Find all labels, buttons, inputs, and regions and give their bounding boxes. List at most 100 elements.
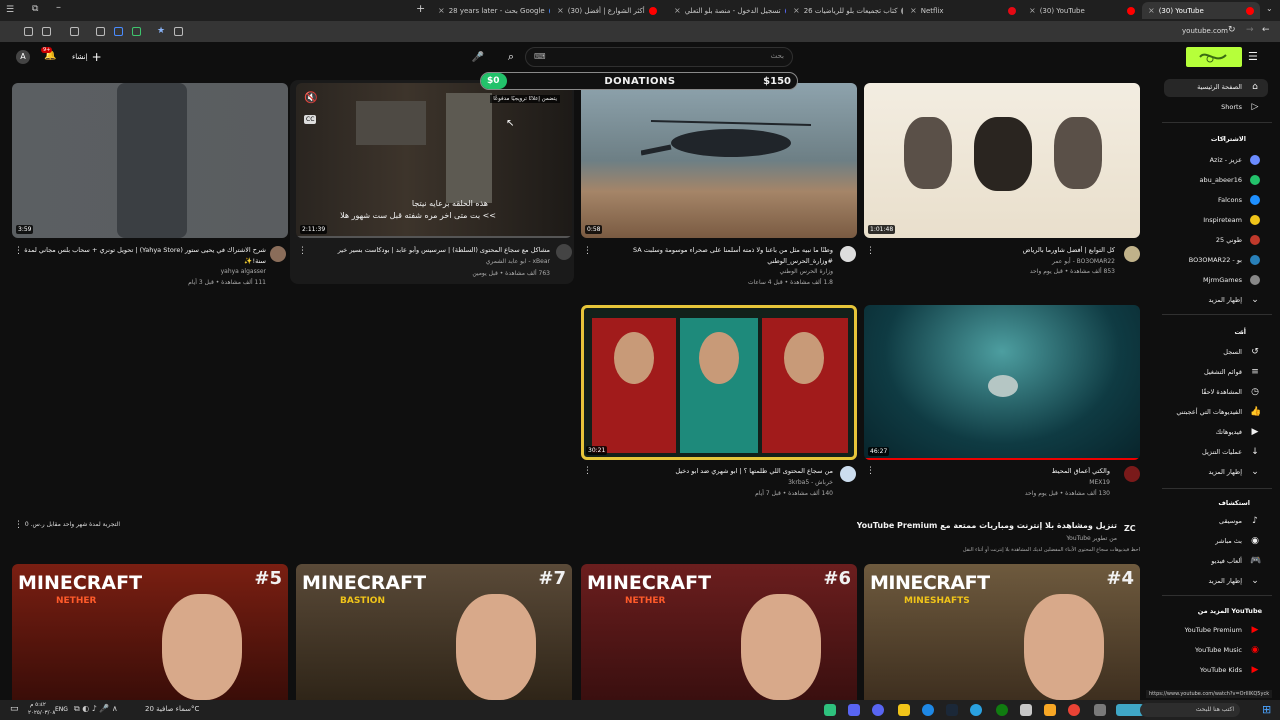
video-title[interactable]: من سجاع المحتوى اللي ظلمتها ؟ | ابو شهري… — [593, 467, 833, 475]
url-text[interactable]: youtube.com — [1182, 27, 1228, 35]
windows-start-icon[interactable]: ⊞ — [1262, 703, 1271, 716]
hamburger-menu-icon[interactable]: ☰ — [1248, 50, 1258, 63]
close-icon[interactable]: × — [1029, 6, 1036, 15]
sidebar-sub[interactable]: Aziz - عزيز — [1210, 156, 1242, 164]
video-thumbnail-minecraft-7[interactable]: MINECRAFT BASTION #7 — [296, 564, 572, 700]
premium-title[interactable]: تنزيل ومشاهدة بلا إنترنت ومباريات ممتعة … — [857, 521, 1117, 530]
video-thumbnail-minecraft-5[interactable]: MINECRAFT NETHER #5 — [12, 564, 288, 700]
video-thumbnail-minecraft-6[interactable]: MINECRAFT NETHER #6 — [581, 564, 857, 700]
tab-youtube-streets[interactable]: × أكثر الشوارع | أفضل (30) — [551, 2, 667, 19]
close-icon[interactable]: × — [557, 6, 564, 15]
video-title[interactable]: كل التوابع | أفضل شاورما بالرياض — [875, 246, 1115, 254]
create-button[interactable]: إنشاء + — [72, 50, 102, 64]
video-thumbnail-minecraft-4[interactable]: MINECRAFT MINESHAFTS #4 — [864, 564, 1140, 700]
channel-avatar[interactable] — [270, 246, 286, 262]
keyboard-icon[interactable]: ⌨ — [534, 52, 546, 61]
channel-avatar[interactable] — [556, 244, 572, 260]
video-title[interactable]: والكتي أعماق المحيط — [870, 467, 1110, 475]
sidebar-show-more[interactable]: إظهار المزيد — [1208, 296, 1242, 304]
sidebar-item-your-videos[interactable]: فيديوهاتك — [1216, 428, 1242, 436]
playback-progress-bar[interactable] — [296, 236, 572, 238]
channel-avatar[interactable] — [1124, 466, 1140, 482]
chrome-icon[interactable] — [1068, 704, 1080, 716]
sidebar-sub[interactable]: Inspireteam — [1203, 216, 1242, 224]
app-icon[interactable] — [1094, 704, 1106, 716]
channel-avatar[interactable] — [840, 246, 856, 262]
app-icon[interactable] — [848, 704, 860, 716]
back-icon[interactable]: ← — [1262, 25, 1270, 35]
reload-icon[interactable]: ↻ — [1228, 25, 1236, 35]
extension-icon[interactable] — [96, 27, 105, 36]
weather-widget[interactable]: سماء صافية 20°C — [145, 705, 199, 713]
tab-youtube-1[interactable]: × (30) YouTube — [1023, 2, 1141, 19]
more-options-icon[interactable]: ⋮ — [583, 246, 592, 256]
tab-google-search[interactable]: × 28 years later - بحث Google — [432, 2, 550, 19]
video-thumbnail-yahya-store[interactable]: 3:59 — [12, 83, 288, 238]
video-thumbnail-ocean[interactable]: 46:27 — [864, 305, 1140, 460]
video-title[interactable]: مشاكل مع سجاع المحتوى (السلطة) | سرسيس و… — [302, 246, 550, 254]
new-tab-button[interactable]: + — [416, 2, 425, 15]
video-channel[interactable]: MEX19 — [1089, 479, 1110, 486]
extension-icon[interactable] — [42, 27, 51, 36]
close-icon[interactable]: × — [1148, 6, 1155, 15]
sidebar-item-music[interactable]: موسيقى — [1219, 517, 1242, 525]
close-icon[interactable]: × — [674, 6, 681, 15]
forward-icon[interactable]: → — [1246, 25, 1254, 35]
more-options-icon[interactable]: ⋮ — [298, 246, 307, 256]
sidebar-item-playlists[interactable]: قوائم التشغيل — [1204, 368, 1242, 376]
app-icon[interactable] — [872, 704, 884, 716]
video-thumbnail-3krba5[interactable]: 30:21 — [581, 305, 857, 460]
subscriptions-header[interactable]: الاشتراكات — [1211, 135, 1246, 143]
close-icon[interactable]: × — [793, 6, 800, 15]
youtube-logo[interactable] — [1186, 47, 1242, 67]
close-icon[interactable]: × — [438, 6, 445, 15]
avatar[interactable]: A — [16, 50, 30, 64]
sidebar-item-music-app[interactable]: YouTube Music — [1195, 646, 1242, 654]
extension-icon[interactable] — [70, 27, 79, 36]
bookmark-star-icon[interactable]: ★ — [157, 26, 165, 36]
window-menu-icon[interactable]: ☰ — [6, 5, 14, 15]
channel-avatar[interactable] — [1124, 246, 1140, 262]
extension-icon[interactable] — [132, 27, 141, 36]
video-title[interactable]: شرح الاشتراك في يحيى ستور (Yahya Store) … — [18, 246, 266, 254]
sidebar-item-shorts[interactable]: Shorts — [1221, 103, 1242, 111]
video-channel[interactable]: خرباش - 3krba5 — [788, 479, 833, 486]
video-channel[interactable]: xBear - ابو عابد الشمري — [486, 258, 550, 265]
captions-icon[interactable]: CC — [304, 115, 317, 124]
tab-youtube-active[interactable]: × (30) YouTube — [1142, 2, 1260, 19]
app-icon[interactable] — [898, 704, 910, 716]
sidebar-item-live[interactable]: بث مباشر — [1215, 537, 1242, 545]
sidebar-sub[interactable]: طوني 25 — [1216, 236, 1242, 244]
sidebar-sub[interactable]: abu_abeer16 — [1199, 176, 1242, 184]
tab-search-icon[interactable]: ⌄ — [1266, 4, 1273, 13]
sidebar-sub[interactable]: Falcons — [1218, 196, 1242, 204]
mute-icon[interactable]: 🔇 — [304, 91, 318, 104]
video-thumbnail-shawarma[interactable]: 1:01:48 — [864, 83, 1140, 238]
video-channel[interactable]: BO3OMAR22 - أبو عمر — [1052, 258, 1115, 265]
app-icon[interactable] — [970, 704, 982, 716]
microphone-icon[interactable]: 🎤 — [470, 48, 486, 66]
sidebar-show-more[interactable]: إظهار المزيد — [1208, 577, 1242, 585]
search-input[interactable]: ⌨ بحث — [525, 47, 793, 67]
premium-trial-link[interactable]: التجربة لمدة شهر واحد مقابل ر.س. 0 — [25, 521, 120, 528]
sidebar-show-more[interactable]: إظهار المزيد — [1208, 468, 1242, 476]
app-icon[interactable] — [1020, 704, 1032, 716]
sidebar-item-home[interactable]: الصفحة الرئيسية — [1197, 83, 1242, 91]
notification-center-icon[interactable]: ▭ — [10, 704, 19, 714]
extension-icon[interactable] — [174, 27, 183, 36]
video-title-line2[interactable]: سنة!✨ — [18, 257, 266, 265]
sidebar-item-downloads[interactable]: عمليات التنزيل — [1202, 448, 1242, 456]
video-thumbnail-helicopter[interactable]: 0:58 — [581, 83, 857, 238]
sidebar-item-watch-later[interactable]: المشاهدة لاحقًا — [1201, 388, 1242, 396]
sidebar-item-liked[interactable]: الفيديوهات التي أعجبتني — [1176, 408, 1242, 416]
more-options-icon[interactable]: ⋮ — [14, 520, 23, 530]
app-icon[interactable] — [922, 704, 934, 716]
search-icon[interactable]: ⌕ — [500, 47, 522, 67]
more-options-icon[interactable]: ⋮ — [866, 246, 875, 256]
tab-math-book[interactable]: × كتاب تجميعات بلو للرياضيات 26 — [787, 2, 903, 19]
extension-icon[interactable] — [114, 27, 123, 36]
more-options-icon[interactable]: ⋮ — [583, 466, 592, 476]
close-icon[interactable]: × — [910, 6, 917, 15]
video-title-line2[interactable]: #وزارة_الحرس_الوطني — [581, 257, 833, 265]
tab-netflix[interactable]: × Netflix — [904, 2, 1022, 19]
